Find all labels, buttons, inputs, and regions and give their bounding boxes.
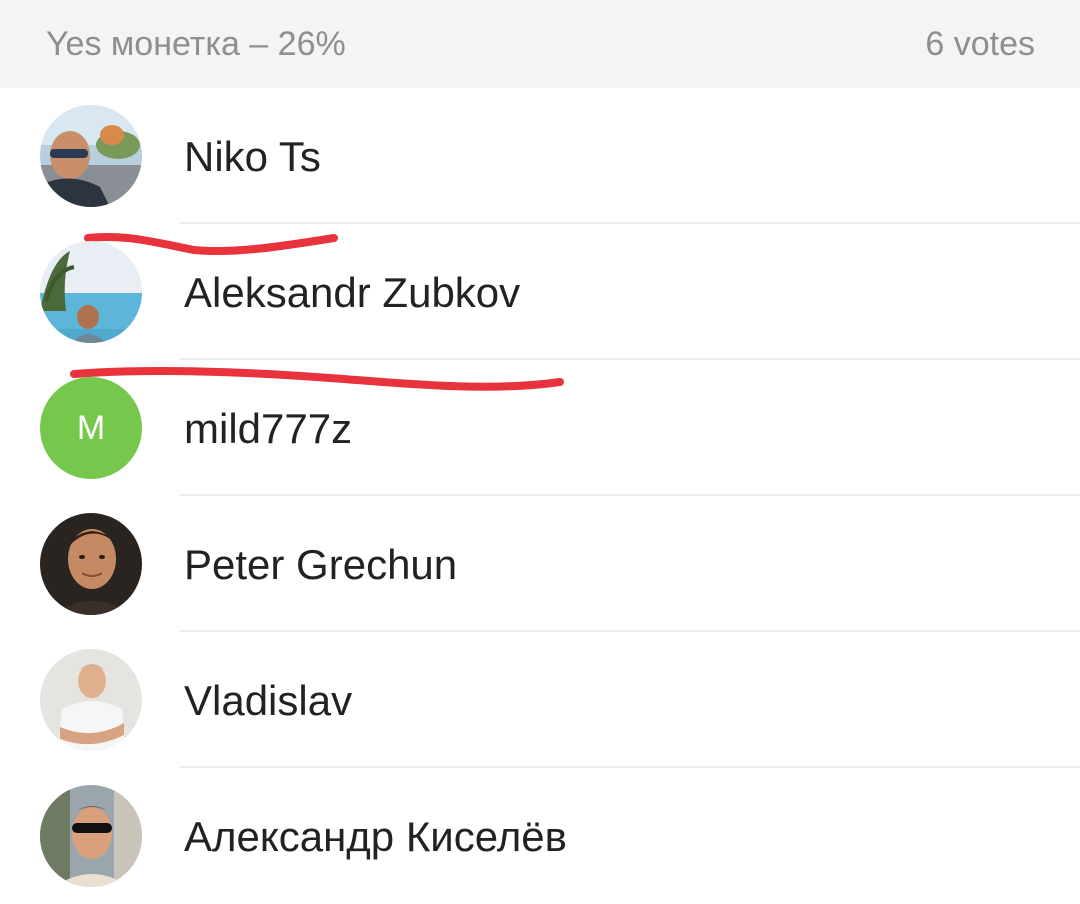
profile-photo-icon: [40, 241, 142, 343]
user-avatar[interactable]: [40, 241, 142, 343]
initial-avatar[interactable]: M: [40, 377, 142, 479]
voter-name: Александр Киселёв: [184, 813, 567, 860]
voter-row[interactable]: Niko Ts: [0, 88, 1080, 256]
voter-name: Aleksandr Zubkov: [184, 269, 521, 316]
voter-list: Niko Ts Aleksandr Zubkov M mild777z Pete…: [0, 88, 1080, 904]
user-avatar[interactable]: [40, 513, 142, 615]
voter-row[interactable]: Александр Киселёв: [0, 768, 1080, 904]
user-avatar[interactable]: [40, 649, 142, 751]
voter-row[interactable]: Peter Grechun: [0, 496, 1080, 632]
voter-row[interactable]: Aleksandr Zubkov: [0, 224, 1080, 391]
profile-photo-icon: [40, 649, 142, 751]
user-avatar[interactable]: [40, 785, 142, 887]
voter-row[interactable]: Vladislav: [0, 632, 1080, 768]
profile-photo-icon: [40, 105, 142, 207]
poll-option-label: Yes монетка – 26%: [46, 25, 346, 63]
voter-name: mild777z: [184, 405, 353, 452]
profile-photo-icon: [40, 785, 142, 887]
voter-row[interactable]: M mild777z: [0, 360, 1080, 496]
user-avatar[interactable]: [40, 105, 142, 207]
poll-option-header: Yes монетка – 26% 6 votes: [0, 0, 1080, 88]
voter-name: Niko Ts: [184, 133, 321, 180]
poll-vote-count: 6 votes: [925, 25, 1035, 63]
voter-name: Vladislav: [184, 677, 353, 724]
profile-photo-icon: [40, 513, 142, 615]
voter-name: Peter Grechun: [184, 541, 458, 588]
